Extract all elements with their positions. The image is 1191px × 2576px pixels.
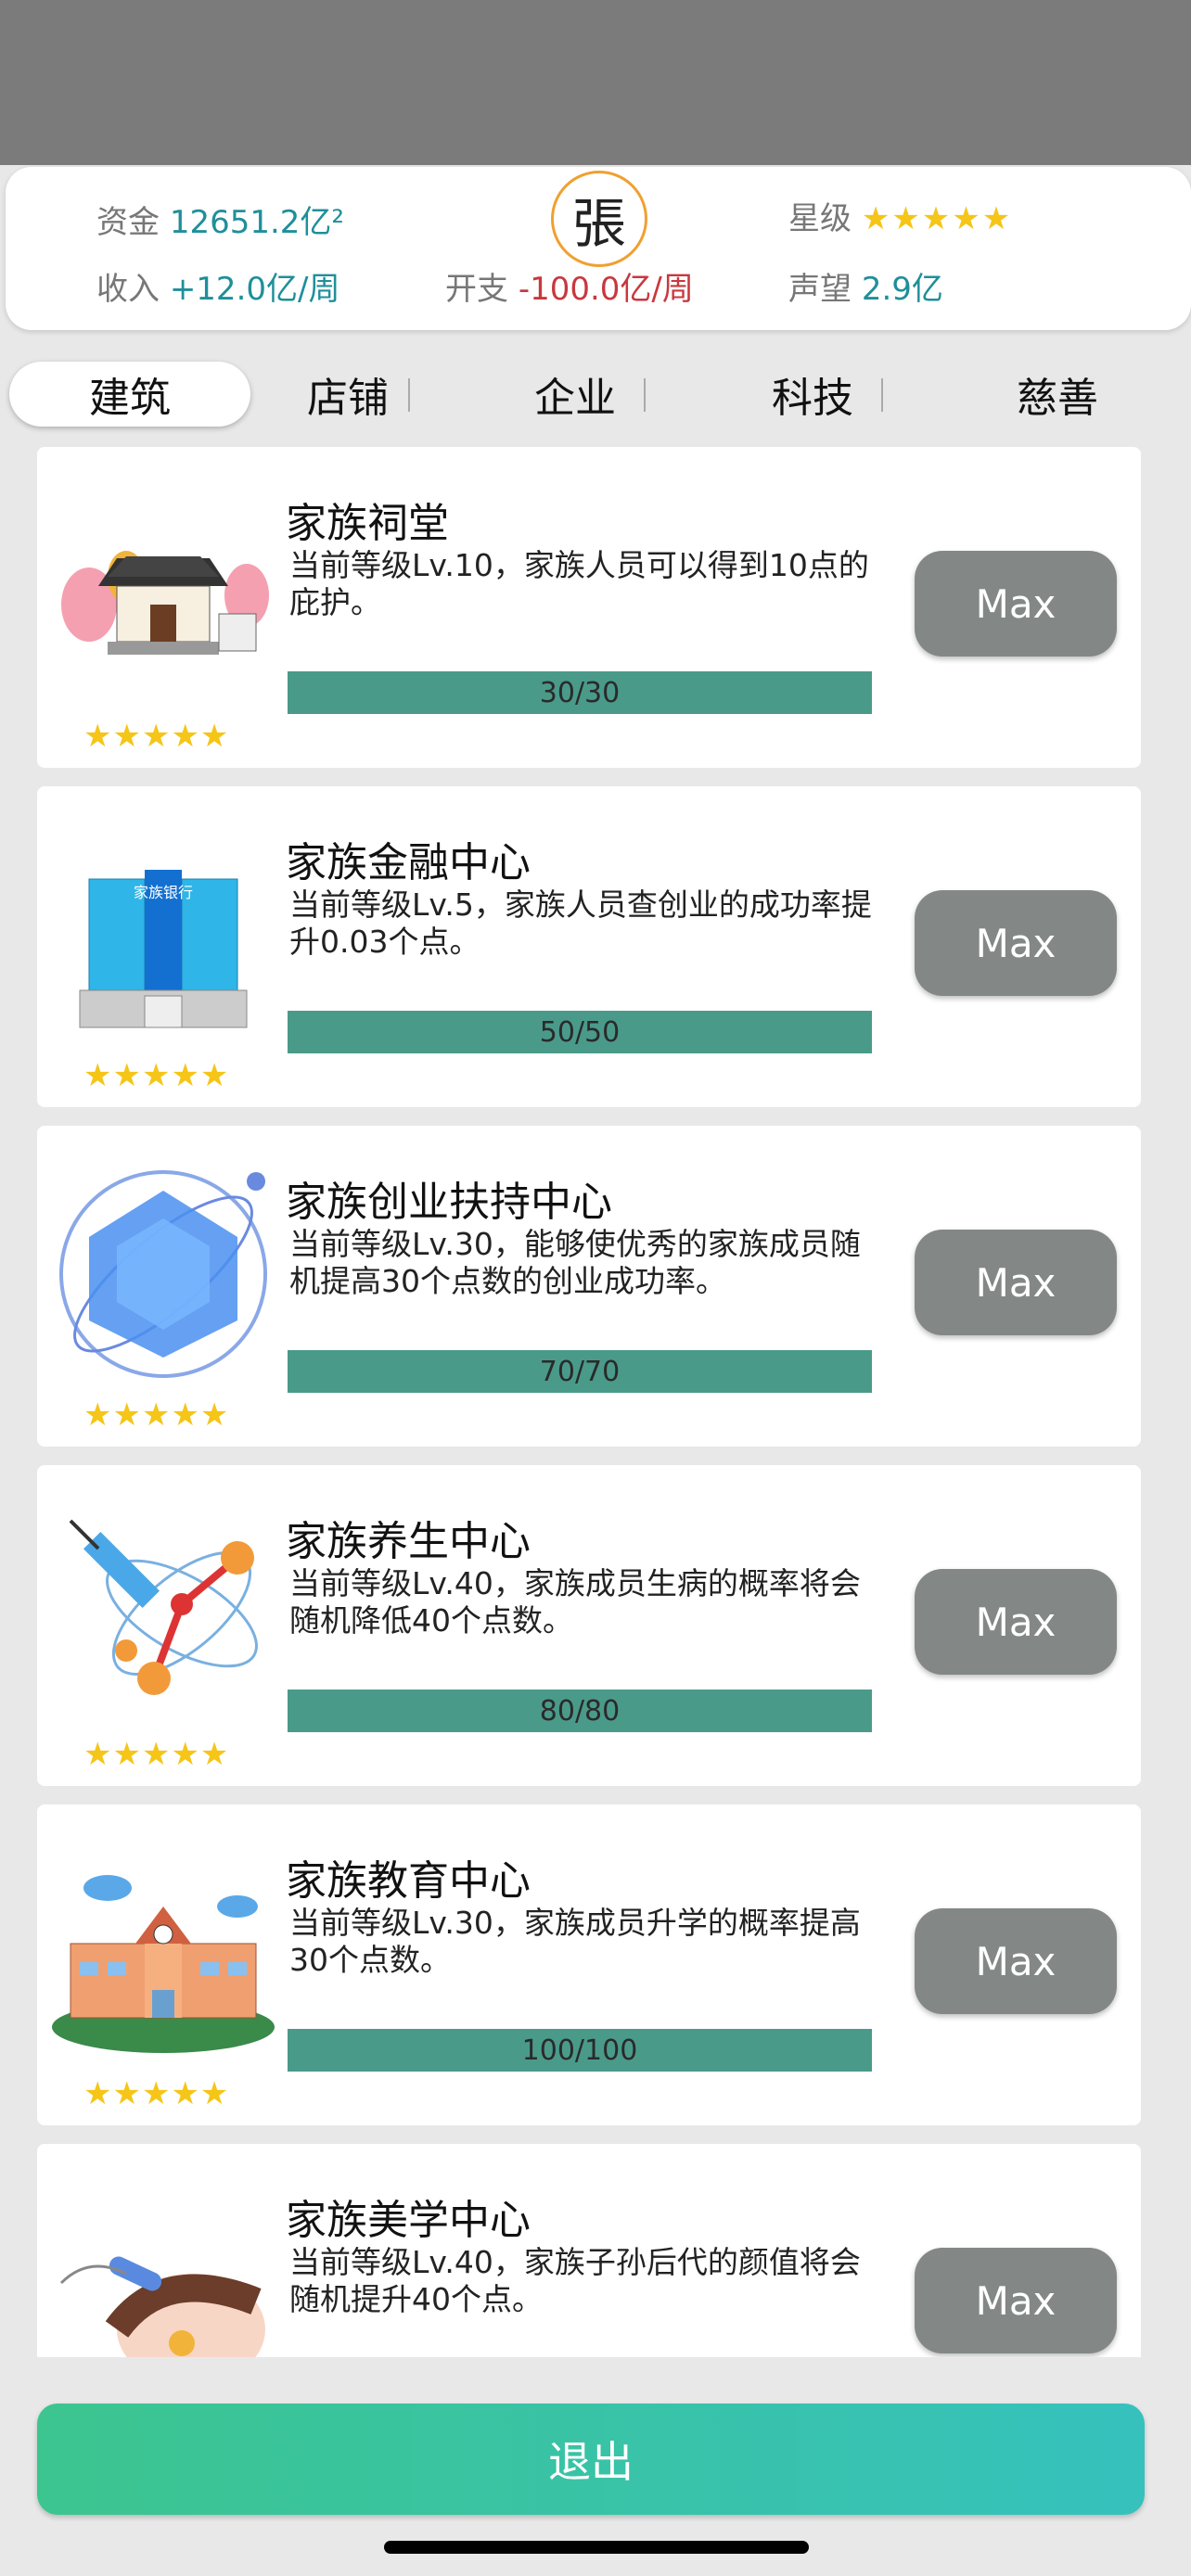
building-card: 家族教育中心 当前等级Lv.30，家族成员升学的概率提高30个点数。 100/1… bbox=[37, 1804, 1141, 2125]
building-card: 家族养生中心 当前等级Lv.40，家族成员生病的概率将会随机降低40个点数。 8… bbox=[37, 1465, 1141, 1786]
progress-bar: 80/80 bbox=[288, 1690, 872, 1732]
star-label: 星级 bbox=[788, 200, 852, 237]
fame-stat: 声望 2.9亿 bbox=[788, 263, 943, 309]
syringe-molecule-icon bbox=[69, 1519, 258, 1695]
tab-charity[interactable]: 慈善 bbox=[983, 362, 1132, 427]
crystal-orbit-icon bbox=[59, 1170, 267, 1378]
progress-bar: 100/100 bbox=[288, 2029, 872, 2072]
income-label: 收入 bbox=[96, 271, 160, 308]
income-value: +12.0亿/周 bbox=[169, 271, 340, 308]
home-indicator[interactable] bbox=[384, 2541, 809, 2554]
tab-enterprises[interactable]: 企业 bbox=[501, 362, 649, 427]
card-description: 当前等级Lv.30，家族成员升学的概率提高30个点数。 bbox=[289, 1905, 861, 1978]
school-building-icon bbox=[52, 1875, 275, 2053]
family-emblem[interactable]: 張 bbox=[551, 171, 647, 267]
category-tabs: 建筑 店铺 企业 科技 慈善 bbox=[0, 352, 1191, 441]
star-rating: ★★★★★ bbox=[83, 1396, 230, 1434]
card-title: 家族养生中心 bbox=[286, 1518, 531, 1565]
expense-stat: 开支 -100.0亿/周 bbox=[445, 263, 694, 309]
building-card: 家族银行 家族金融中心 当前等级Lv.5，家族人员查创业的成功率提升0.03个点… bbox=[37, 786, 1141, 1107]
funds-value: 12651.2亿² bbox=[169, 204, 345, 241]
card-description: 当前等级Lv.5，家族人员查创业的成功率提升0.03个点。 bbox=[289, 886, 872, 960]
max-level-button[interactable]: Max bbox=[915, 1908, 1117, 2014]
bank-sign: 家族银行 bbox=[134, 884, 193, 901]
expense-label: 开支 bbox=[445, 271, 508, 308]
top-banner bbox=[0, 0, 1191, 165]
card-description: 当前等级Lv.40，家族成员生病的概率将会随机降低40个点数。 bbox=[289, 1565, 861, 1639]
max-level-button[interactable]: Max bbox=[915, 2248, 1117, 2353]
tab-technology[interactable]: 科技 bbox=[738, 362, 887, 427]
max-level-button[interactable]: Max bbox=[915, 551, 1117, 657]
star-stat: 星级 ★★★★★ bbox=[788, 193, 1012, 238]
building-card: 家族祠堂 当前等级Lv.10，家族人员可以得到10点的庇护。 30/30 Max… bbox=[37, 447, 1141, 768]
card-description: 当前等级Lv.30，能够使优秀的家族成员随机提高30个点数的创业成功率。 bbox=[289, 1226, 861, 1299]
card-title: 家族创业扶持中心 bbox=[286, 1179, 612, 1226]
star-rating: ★★★★★ bbox=[83, 718, 230, 755]
star-rating: ★★★★★ bbox=[83, 1057, 230, 1094]
fame-label: 声望 bbox=[788, 271, 852, 308]
max-level-button[interactable]: Max bbox=[915, 1230, 1117, 1335]
income-stat: 收入 +12.0亿/周 bbox=[96, 263, 339, 309]
max-level-button[interactable]: Max bbox=[915, 890, 1117, 996]
funds-label: 资金 bbox=[96, 204, 160, 241]
max-level-button[interactable]: Max bbox=[915, 1569, 1117, 1675]
exit-button[interactable]: 退出 bbox=[37, 2404, 1145, 2515]
ancestral-hall-icon bbox=[61, 551, 269, 655]
tab-buildings[interactable]: 建筑 bbox=[9, 362, 250, 427]
bank-building-icon: 家族银行 bbox=[79, 870, 248, 1028]
expense-value: -100.0亿/周 bbox=[518, 271, 694, 308]
fame-value: 2.9亿 bbox=[861, 271, 943, 308]
tab-divider bbox=[408, 378, 410, 412]
card-title: 家族祠堂 bbox=[286, 500, 449, 547]
progress-bar: 30/30 bbox=[288, 671, 872, 714]
building-card: 家族创业扶持中心 当前等级Lv.30，能够使优秀的家族成员随机提高30个点数的创… bbox=[37, 1126, 1141, 1447]
card-description: 当前等级Lv.40，家族子孙后代的颜值将会随机提升40个点。 bbox=[289, 2244, 861, 2317]
progress-bar: 70/70 bbox=[288, 1350, 872, 1393]
card-description: 当前等级Lv.10，家族人员可以得到10点的庇护。 bbox=[289, 547, 869, 620]
star-rating: ★★★★★ bbox=[83, 2075, 230, 2112]
beauty-treatment-icon bbox=[59, 2256, 265, 2357]
building-list[interactable]: 家族祠堂 当前等级Lv.10，家族人员可以得到10点的庇护。 30/30 Max… bbox=[0, 447, 1191, 2357]
building-card: 家族美学中心 当前等级Lv.40，家族子孙后代的颜值将会随机提升40个点。 Ma… bbox=[37, 2144, 1141, 2357]
star-rating: ★★★★★ bbox=[83, 1736, 230, 1773]
tab-divider bbox=[881, 378, 883, 412]
card-title: 家族教育中心 bbox=[286, 1857, 531, 1905]
tab-divider bbox=[644, 378, 646, 412]
card-title: 家族美学中心 bbox=[286, 2197, 531, 2244]
card-title: 家族金融中心 bbox=[286, 839, 531, 886]
star-rating: ★★★★★ bbox=[861, 200, 1013, 237]
tab-shops[interactable]: 店铺 bbox=[278, 362, 417, 427]
progress-bar: 50/50 bbox=[288, 1011, 872, 1053]
funds-stat: 资金 12651.2亿² bbox=[96, 197, 344, 242]
